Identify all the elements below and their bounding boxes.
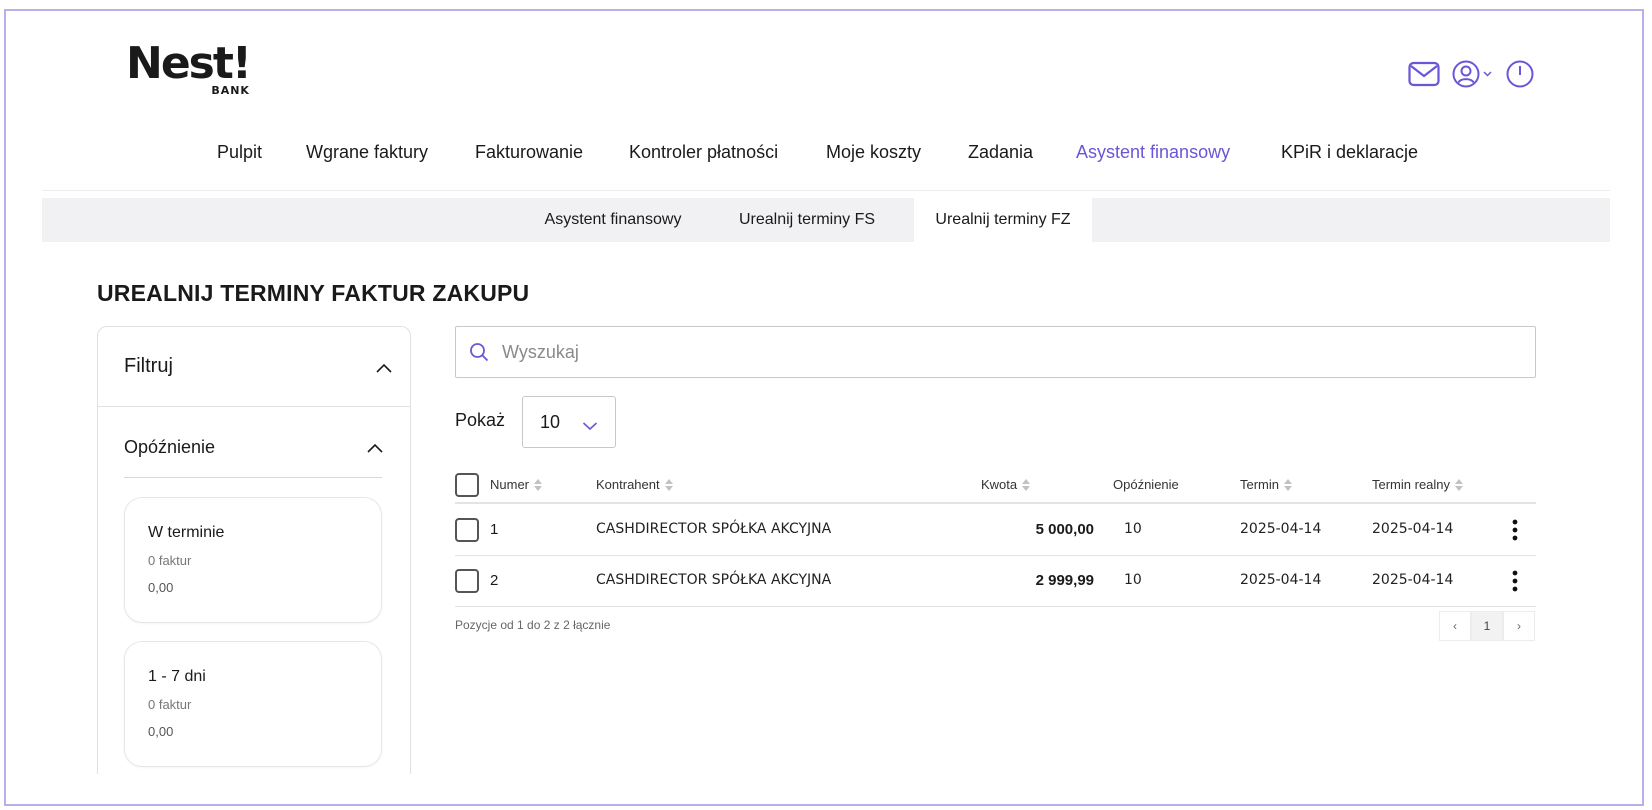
page-size-value: 10 bbox=[540, 412, 561, 432]
cell-kontrahent: CASHDIRECTOR SPÓŁKA AKCYJNA bbox=[596, 572, 832, 588]
sub-navigation: Asystent finansowy Urealnij terminy FS U… bbox=[42, 198, 1610, 242]
cell-numer: 1 bbox=[490, 521, 499, 538]
sort-icon bbox=[534, 478, 543, 491]
chevron-up-icon[interactable] bbox=[366, 441, 384, 453]
main-navigation: Pulpit Wgrane faktury Fakturowanie Kontr… bbox=[0, 140, 1652, 166]
cell-opoznienie: 10 bbox=[1124, 521, 1142, 537]
column-label: Numer bbox=[490, 477, 530, 492]
chevron-down-icon bbox=[582, 418, 598, 436]
nav-asystent-finansowy[interactable]: Asystent finansowy bbox=[1076, 140, 1230, 164]
column-header-opoznienie: Opóźnienie bbox=[1113, 477, 1179, 492]
cell-termin-realny: 2025-04-14 bbox=[1372, 572, 1454, 588]
column-label: Kwota bbox=[981, 477, 1018, 492]
chevron-up-icon[interactable] bbox=[375, 361, 393, 373]
bucket-count: 0 faktur bbox=[148, 553, 192, 568]
more-vertical-icon[interactable] bbox=[1507, 569, 1523, 593]
table-row[interactable]: 1 CASHDIRECTOR SPÓŁKA AKCYJNA 5 000,00 1… bbox=[455, 505, 1536, 556]
cell-kontrahent: CASHDIRECTOR SPÓŁKA AKCYJNA bbox=[596, 521, 832, 537]
bucket-title: 1 - 7 dni bbox=[148, 668, 206, 685]
nav-moje-koszty[interactable]: Moje koszty bbox=[826, 140, 921, 164]
subnav-asystent-finansowy[interactable]: Asystent finansowy bbox=[528, 198, 698, 242]
column-header-kontrahent[interactable]: Kontrahent bbox=[596, 477, 673, 492]
column-label: Opóźnienie bbox=[1113, 477, 1179, 492]
row-checkbox[interactable] bbox=[455, 518, 479, 542]
cell-kwota: 2 999,99 bbox=[1035, 572, 1094, 589]
nav-pulpit[interactable]: Pulpit bbox=[217, 140, 262, 164]
cell-opoznienie: 10 bbox=[1124, 572, 1142, 588]
user-circle-icon bbox=[1452, 60, 1480, 88]
nav-zadania[interactable]: Zadania bbox=[968, 140, 1033, 164]
pagination: ‹ 1 › bbox=[1439, 611, 1535, 641]
nav-fakturowanie[interactable]: Fakturowanie bbox=[475, 140, 583, 164]
filter-header[interactable]: Filtruj bbox=[98, 327, 410, 407]
table-header: Numer Kontrahent Kwota Opóźnienie Termin… bbox=[455, 470, 1536, 504]
column-label: Termin bbox=[1240, 477, 1280, 492]
pagination-page[interactable]: 1 bbox=[1471, 611, 1503, 641]
sort-icon bbox=[1284, 478, 1293, 491]
cell-termin: 2025-04-14 bbox=[1240, 572, 1322, 588]
delay-bucket-w-terminie[interactable]: W terminie 0 faktur 0,00 bbox=[124, 497, 382, 623]
filter-panel: Filtruj Opóźnienie W terminie 0 faktur 0… bbox=[97, 326, 411, 774]
bucket-count: 0 faktur bbox=[148, 697, 192, 712]
cell-numer: 2 bbox=[490, 572, 499, 589]
nav-kontroler-platnosci[interactable]: Kontroler płatności bbox=[629, 140, 778, 164]
chevron-down-icon bbox=[1483, 71, 1492, 77]
header-actions bbox=[1408, 60, 1534, 88]
row-checkbox[interactable] bbox=[455, 569, 479, 593]
sort-icon bbox=[1455, 478, 1464, 491]
column-label: Termin realny bbox=[1372, 477, 1451, 492]
column-header-termin[interactable]: Termin bbox=[1240, 477, 1293, 492]
page-title: UREALNIJ TERMINY FAKTUR ZAKUPU bbox=[97, 280, 530, 306]
column-label: Kontrahent bbox=[596, 477, 660, 492]
nav-kpir-i-deklaracje[interactable]: KPiR i deklaracje bbox=[1281, 140, 1418, 164]
bucket-title: W terminie bbox=[148, 524, 225, 541]
bucket-sum: 0,00 bbox=[148, 724, 174, 739]
table-summary: Pozycje od 1 do 2 z 2 łącznie bbox=[455, 618, 611, 632]
subnav-urealnij-terminy-fz[interactable]: Urealnij terminy FZ bbox=[914, 198, 1092, 242]
power-icon[interactable] bbox=[1506, 60, 1534, 88]
nest-bank-logo[interactable]: Nest! BANK bbox=[126, 38, 252, 98]
select-all-checkbox[interactable] bbox=[455, 473, 479, 497]
logo-wordmark: Nest! bbox=[126, 38, 252, 89]
column-header-numer[interactable]: Numer bbox=[490, 477, 543, 492]
delay-section-title[interactable]: Opóźnienie bbox=[124, 437, 215, 458]
table-row[interactable]: 2 CASHDIRECTOR SPÓŁKA AKCYJNA 2 999,99 1… bbox=[455, 556, 1536, 607]
cell-termin: 2025-04-14 bbox=[1240, 521, 1322, 537]
user-menu[interactable] bbox=[1452, 60, 1492, 88]
sort-icon bbox=[664, 478, 673, 491]
cell-kwota: 5 000,00 bbox=[1035, 521, 1094, 538]
column-header-termin-realny[interactable]: Termin realny bbox=[1372, 477, 1464, 492]
pagination-prev[interactable]: ‹ bbox=[1439, 611, 1471, 641]
section-divider bbox=[124, 477, 382, 478]
cell-termin-realny: 2025-04-14 bbox=[1372, 521, 1454, 537]
logo-subtitle: BANK bbox=[211, 84, 250, 97]
subnav-urealnij-terminy-fs[interactable]: Urealnij terminy FS bbox=[724, 198, 890, 242]
search-box bbox=[455, 326, 1536, 378]
delay-bucket-1-7-dni[interactable]: 1 - 7 dni 0 faktur 0,00 bbox=[124, 641, 382, 767]
sort-icon bbox=[1022, 478, 1031, 491]
more-vertical-icon[interactable] bbox=[1507, 518, 1523, 542]
nav-wgrane-faktury[interactable]: Wgrane faktury bbox=[306, 140, 428, 164]
bucket-sum: 0,00 bbox=[148, 580, 174, 595]
page-size-label: Pokaż bbox=[455, 410, 506, 430]
nav-divider bbox=[42, 190, 1610, 191]
mail-icon[interactable] bbox=[1408, 61, 1440, 87]
pagination-next[interactable]: › bbox=[1503, 611, 1535, 641]
search-icon bbox=[469, 342, 489, 367]
search-input[interactable] bbox=[502, 327, 1502, 377]
column-header-kwota[interactable]: Kwota bbox=[981, 477, 1031, 492]
filter-title: Filtruj bbox=[124, 355, 173, 377]
page-size-select[interactable]: 10 bbox=[522, 396, 616, 448]
